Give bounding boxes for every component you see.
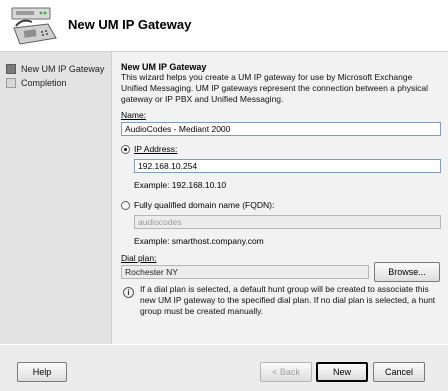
section-title: New UM IP Gateway xyxy=(121,62,207,72)
info-icon: i xyxy=(123,287,134,298)
step-active-icon xyxy=(6,64,16,74)
fqdn-label: Fully qualified domain name (FQDN): xyxy=(134,200,275,210)
nav-item-label: New UM IP Gateway xyxy=(21,64,105,74)
wizard-window: New UM IP Gateway New UM IP Gateway Comp… xyxy=(0,0,448,391)
name-label: Name: xyxy=(121,110,147,120)
back-button[interactable]: < Back xyxy=(260,362,312,382)
ip-example-text: Example: 192.168.10.10 xyxy=(134,180,227,190)
wizard-steps-nav: New UM IP Gateway Completion xyxy=(0,52,112,344)
dial-plan-field: Rochester NY xyxy=(121,265,369,279)
ip-address-radio[interactable] xyxy=(121,145,130,154)
wizard-description: This wizard helps you create a UM IP gat… xyxy=(121,72,428,104)
browse-button[interactable]: Browse... xyxy=(374,262,440,282)
dial-plan-label: Dial plan: xyxy=(121,253,157,263)
ip-address-label: IP Address: xyxy=(134,144,178,154)
ip-address-field[interactable]: 192.168.10.254 xyxy=(134,159,441,173)
nav-item-completion[interactable]: Completion xyxy=(6,77,67,89)
new-button[interactable]: New xyxy=(316,362,368,382)
gateway-device-icon xyxy=(8,6,60,48)
fqdn-field[interactable]: audiocodes xyxy=(134,215,441,229)
wizard-footer: Help < Back New Cancel xyxy=(0,344,448,391)
help-button[interactable]: Help xyxy=(17,362,67,382)
wizard-content: New UM IP Gateway This wizard helps you … xyxy=(112,52,448,344)
wizard-header: New UM IP Gateway xyxy=(0,0,448,52)
fqdn-example-text: Example: smarthost.company.com xyxy=(134,236,264,246)
wizard-title: New UM IP Gateway xyxy=(68,17,192,32)
cancel-button[interactable]: Cancel xyxy=(373,362,425,382)
fqdn-radio[interactable] xyxy=(121,201,130,210)
step-pending-icon xyxy=(6,78,16,88)
nav-item-label: Completion xyxy=(21,78,67,88)
nav-item-new-um-ip-gateway[interactable]: New UM IP Gateway xyxy=(6,63,104,75)
name-field[interactable]: AudioCodes - Mediant 2000 xyxy=(121,122,441,136)
info-note: If a dial plan is selected, a default hu… xyxy=(140,284,436,316)
